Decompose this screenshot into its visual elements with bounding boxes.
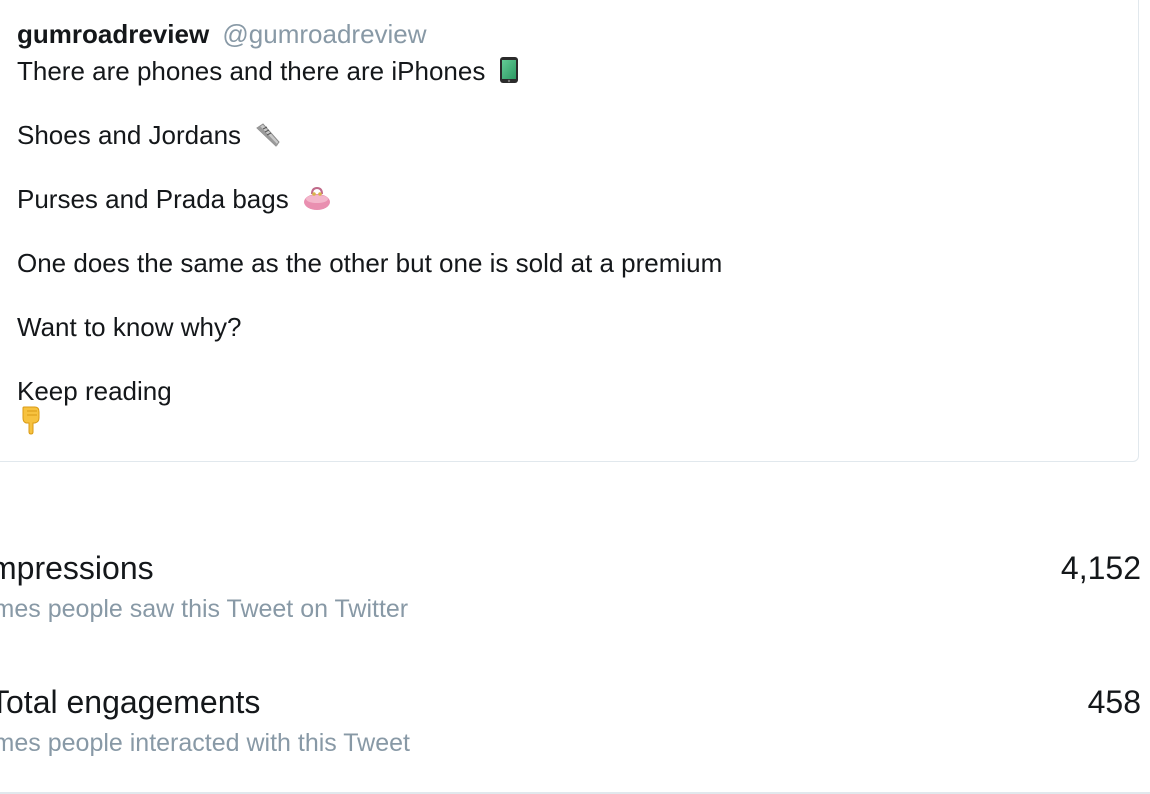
mobile-phone-icon <box>499 56 519 90</box>
tweet-text-2: Shoes and Jordans <box>17 120 242 150</box>
tweet-header: gumroadreview @gumroadreview <box>17 19 427 49</box>
author-handle[interactable]: @gumroadreview <box>222 19 426 49</box>
engagements-value: 458 <box>1087 684 1141 720</box>
sneaker-icon <box>254 120 282 154</box>
impressions-value: 4,152 <box>1060 550 1141 586</box>
engagements-description: imes people interacted with this Tweet <box>0 729 410 757</box>
author-name[interactable]: gumroadreview <box>17 19 209 49</box>
tweet-line-3: Purses and Prada bags <box>17 184 332 217</box>
purse-icon <box>302 185 332 217</box>
pointing-down-icon <box>19 406 43 441</box>
impressions-label: mpressions <box>0 550 154 586</box>
tweet-line-1: There are phones and there are iPhones <box>17 56 519 90</box>
engagements-label: Total engagements <box>0 684 261 720</box>
tweet-line-6: Keep reading <box>17 376 172 406</box>
tweet-text-1: There are phones and there are iPhones <box>17 56 486 86</box>
impressions-description: imes people saw this Tweet on Twitter <box>0 595 409 623</box>
tweet-text-3: Purses and Prada bags <box>17 184 289 214</box>
tweet-card[interactable]: gumroadreview @gumroadreview There are p… <box>0 0 1139 462</box>
tweet-line-4: One does the same as the other but one i… <box>17 248 723 278</box>
pointing-down-line <box>19 405 43 441</box>
tweet-line-2: Shoes and Jordans <box>17 120 282 154</box>
tweet-line-5: Want to know why? <box>17 312 242 342</box>
